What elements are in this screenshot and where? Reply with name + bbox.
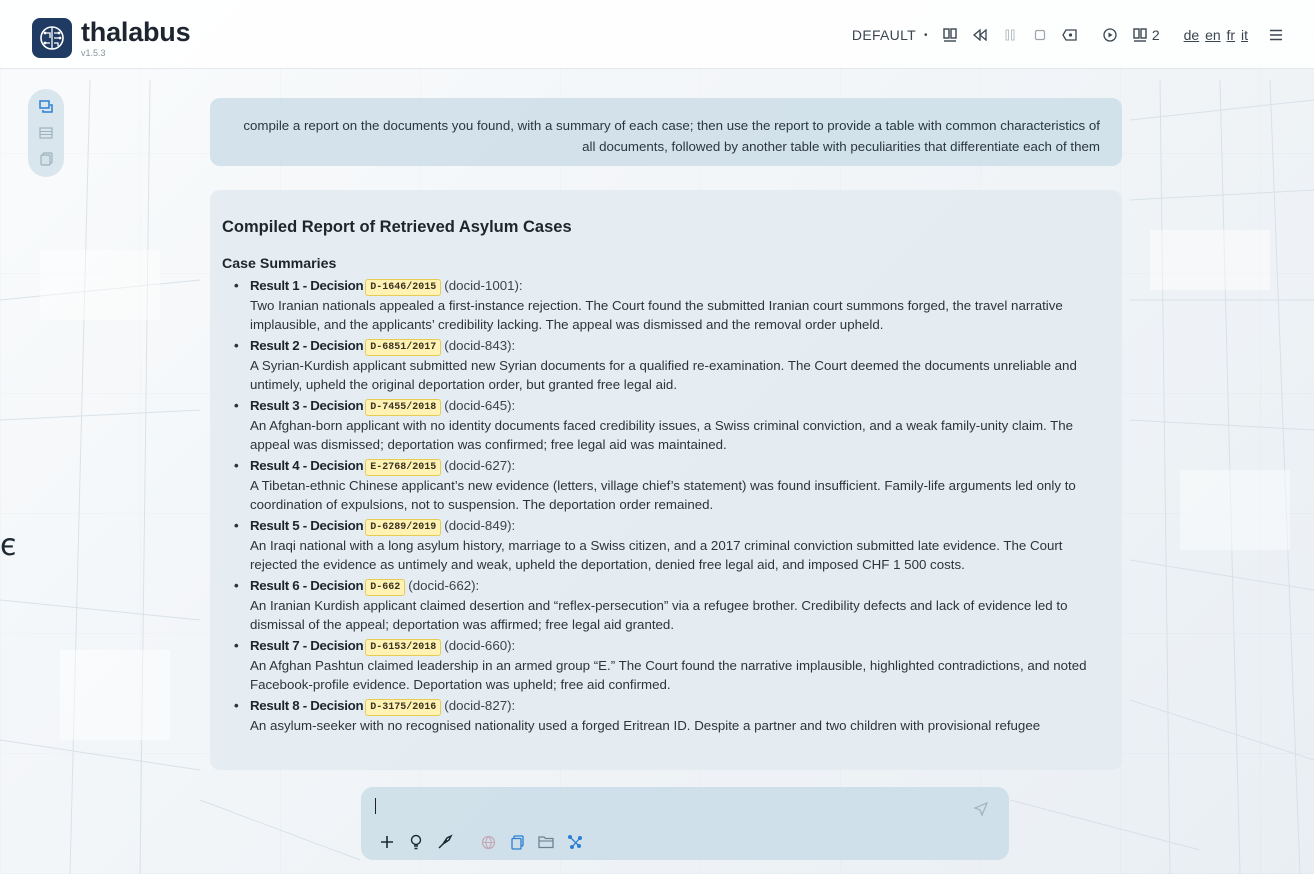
- result-item: Result 2 - DecisionD-6851/2017(docid-843…: [222, 336, 1110, 394]
- mode-selector[interactable]: DEFAULT •: [852, 27, 928, 43]
- documents-icon[interactable]: [942, 27, 958, 43]
- chat-icon[interactable]: [36, 97, 56, 117]
- message-input[interactable]: [374, 797, 963, 821]
- decision-badge[interactable]: E-2768/2015: [365, 459, 442, 476]
- result-item: Result 8 - DecisionD-3175/2016(docid-827…: [222, 696, 1110, 735]
- backspace-icon[interactable]: [1062, 27, 1078, 43]
- documents-count-value: 2: [1151, 27, 1160, 43]
- documents-count[interactable]: 2: [1132, 27, 1160, 43]
- play-circle-icon[interactable]: [1102, 27, 1118, 43]
- lang-en[interactable]: en: [1205, 27, 1221, 43]
- result-label: Result 3 - Decision: [250, 398, 364, 413]
- decision-badge[interactable]: D-6289/2019: [365, 519, 442, 536]
- result-item: Result 4 - DecisionE-2768/2015(docid-627…: [222, 456, 1110, 514]
- app-version: v1.5.3: [81, 48, 106, 58]
- docid: (docid-849):: [444, 518, 516, 533]
- result-label: Result 6 - Decision: [250, 578, 364, 593]
- user-query-bubble: compile a report on the documents you fo…: [210, 98, 1122, 166]
- lang-it[interactable]: it: [1241, 27, 1248, 43]
- result-label: Result 7 - Decision: [250, 638, 364, 653]
- result-item: Result 7 - DecisionD-6153/2018(docid-660…: [222, 636, 1110, 694]
- result-summary: An Afghan Pashtun claimed leadership in …: [250, 658, 1087, 692]
- decision-badge[interactable]: D-3175/2016: [365, 699, 442, 716]
- text-caret: [375, 798, 376, 814]
- result-summary: A Tibetan-ethnic Chinese applicant’s new…: [250, 478, 1076, 512]
- user-query-text: compile a report on the documents you fo…: [243, 118, 1100, 154]
- list-icon[interactable]: [36, 123, 56, 143]
- docid: (docid-627):: [444, 458, 516, 473]
- network-icon[interactable]: [566, 833, 584, 851]
- decision-badge[interactable]: D-1646/2015: [365, 279, 442, 296]
- brain-logo-icon[interactable]: [32, 18, 72, 58]
- section-title: Case Summaries: [222, 256, 337, 272]
- result-label: Result 2 - Decision: [250, 338, 364, 353]
- result-label: Result 1 - Decision: [250, 278, 364, 293]
- decision-badge[interactable]: D-6153/2018: [365, 639, 442, 656]
- result-summary: An asylum-seeker with no recognised nati…: [250, 718, 1041, 733]
- decision-badge[interactable]: D-662: [365, 579, 406, 596]
- result-summary: Two Iranian nationals appealed a first-i…: [250, 298, 1063, 332]
- result-summary: An Iranian Kurdish applicant claimed des…: [250, 598, 1068, 632]
- folder-icon[interactable]: [537, 833, 555, 851]
- stop-icon[interactable]: [1032, 27, 1048, 43]
- menu-icon[interactable]: [1268, 27, 1284, 43]
- lightbulb-icon[interactable]: [407, 833, 425, 851]
- result-summary: An Iraqi national with a long asylum his…: [250, 538, 1063, 572]
- report-title: Compiled Report of Retrieved Asylum Case…: [222, 218, 572, 236]
- globe-icon[interactable]: [479, 833, 497, 851]
- result-item: Result 5 - DecisionD-6289/2019(docid-849…: [222, 516, 1110, 574]
- pause-icon[interactable]: [1002, 27, 1018, 43]
- lang-de[interactable]: de: [1184, 27, 1200, 43]
- sidebar: [28, 89, 64, 177]
- chevron-down-icon: •: [924, 29, 928, 41]
- decision-badge[interactable]: D-6851/2017: [365, 339, 442, 356]
- results-list: Result 1 - DecisionD-1646/2015(docid-100…: [222, 276, 1110, 735]
- header-toolbar: DEFAULT • 2 de en fr it: [838, 27, 1284, 43]
- documents-icon[interactable]: [36, 149, 56, 169]
- result-label: Result 5 - Decision: [250, 518, 364, 533]
- composer-tools: [378, 833, 595, 851]
- lang-fr[interactable]: fr: [1227, 27, 1236, 43]
- nib-icon[interactable]: [436, 833, 454, 851]
- result-item: Result 6 - DecisionD-662(docid-662): An …: [222, 576, 1110, 634]
- result-item: Result 1 - DecisionD-1646/2015(docid-100…: [222, 276, 1110, 334]
- result-summary: An Afghan-born applicant with no identit…: [250, 418, 1074, 452]
- app-header: thalabus v1.5.3 DEFAULT • 2 de en fr it: [0, 0, 1314, 69]
- send-icon[interactable]: [973, 801, 989, 817]
- rewind-icon[interactable]: [972, 27, 988, 43]
- docid: (docid-827):: [444, 698, 516, 713]
- edge-glyph: є: [0, 528, 17, 563]
- app-name: thalabus: [81, 17, 191, 47]
- decision-badge[interactable]: D-7455/2018: [365, 399, 442, 416]
- result-item: Result 3 - DecisionD-7455/2018(docid-645…: [222, 396, 1110, 454]
- mode-label: DEFAULT: [851, 27, 916, 43]
- docid: (docid-645):: [444, 398, 516, 413]
- result-label: Result 4 - Decision: [250, 458, 364, 473]
- docid: (docid-662):: [408, 578, 480, 593]
- docid: (docid-1001):: [444, 278, 523, 293]
- docid: (docid-660):: [444, 638, 516, 653]
- assistant-response: Compiled Report of Retrieved Asylum Case…: [210, 190, 1122, 770]
- plus-icon[interactable]: [378, 833, 396, 851]
- message-composer: [361, 787, 1009, 860]
- language-switcher: de en fr it: [1182, 27, 1248, 43]
- documents-count-icon: [1132, 27, 1148, 43]
- docid: (docid-843):: [444, 338, 516, 353]
- result-summary: A Syrian-Kurdish applicant submitted new…: [250, 358, 1077, 392]
- result-label: Result 8 - Decision: [250, 698, 364, 713]
- document-icon[interactable]: [508, 833, 526, 851]
